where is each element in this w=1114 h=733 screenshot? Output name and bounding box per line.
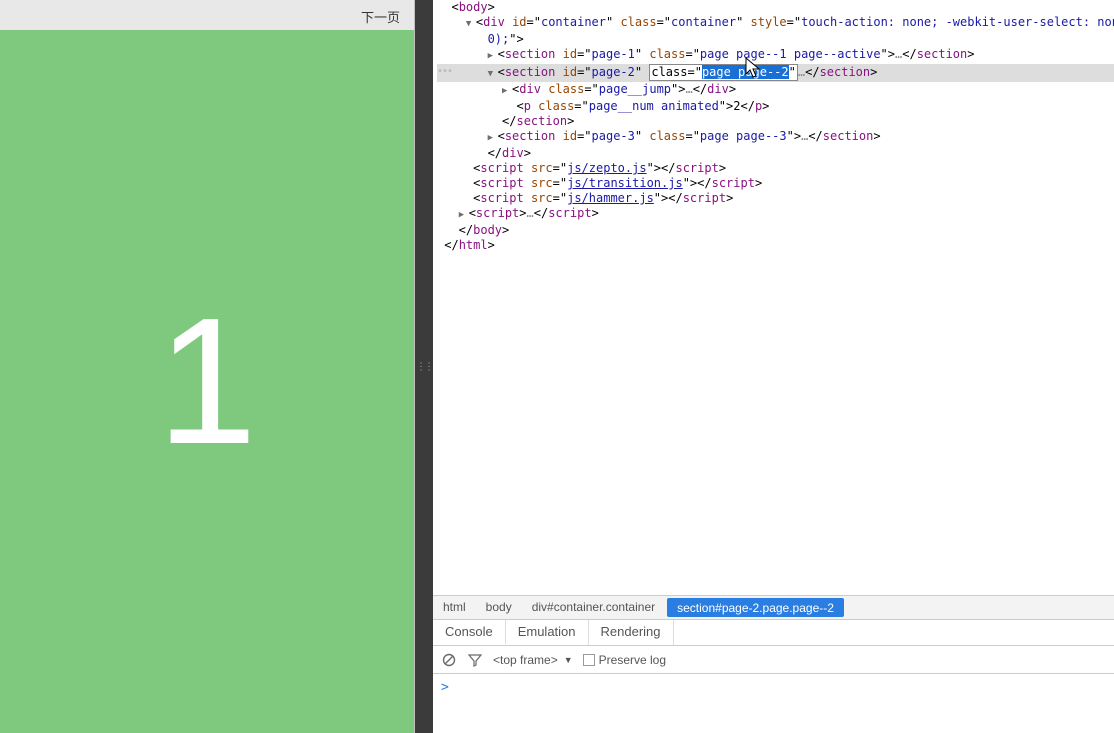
- disclosure-triangle-closed-icon[interactable]: [488, 47, 498, 64]
- disclosure-triangle-open-icon[interactable]: [466, 15, 476, 32]
- class-value-selection[interactable]: page page--2: [702, 65, 789, 79]
- breadcrumb: html body div#container.container sectio…: [433, 595, 1114, 619]
- filter-icon[interactable]: [467, 652, 483, 668]
- console-body[interactable]: >: [433, 673, 1114, 733]
- tree-line-container[interactable]: <div id="container" class="container" st…: [437, 15, 1114, 32]
- drawer-tabs: Console Emulation Rendering: [433, 619, 1114, 645]
- tree-line-container-close[interactable]: </div>: [437, 146, 1114, 161]
- crumb-page2[interactable]: section#page-2.page.page--2: [667, 598, 844, 617]
- tree-line-script1[interactable]: <script src="js/zepto.js"></script>: [437, 161, 1114, 176]
- root: 下一页 1 ⋮⋮ <body> <div id="container" clas…: [0, 0, 1114, 733]
- splitter-grip-icon: ⋮⋮: [416, 361, 432, 372]
- chevron-down-icon: ▼: [564, 655, 573, 665]
- tree-line-page2[interactable]: ••• <section id="page-2" class="page pag…: [437, 64, 1114, 82]
- preserve-log-label: Preserve log: [599, 653, 666, 667]
- gutter-dots-icon: •••: [437, 64, 452, 79]
- tab-console[interactable]: Console: [433, 620, 506, 645]
- console-toolbar: <top frame> ▼ Preserve log: [433, 645, 1114, 673]
- elements-tree[interactable]: <body> <div id="container" class="contai…: [433, 0, 1114, 595]
- tab-emulation[interactable]: Emulation: [506, 620, 589, 645]
- preserve-log-toggle[interactable]: Preserve log: [583, 653, 666, 667]
- crumb-container[interactable]: div#container.container: [522, 596, 665, 619]
- execution-context-selector[interactable]: <top frame> ▼: [493, 653, 573, 667]
- console-prompt-icon: >: [441, 680, 449, 695]
- preview-toolbar: 下一页: [0, 0, 414, 30]
- page-preview-pane: 下一页 1: [0, 0, 415, 733]
- tree-line-page1[interactable]: <section id="page-1" class="page page--1…: [437, 47, 1114, 64]
- devtools-pane: <body> <div id="container" class="contai…: [433, 0, 1114, 733]
- tree-line-container-style-tail[interactable]: 0);">: [437, 32, 1114, 47]
- pane-splitter[interactable]: ⋮⋮: [415, 0, 433, 733]
- top-frame-label: <top frame>: [493, 653, 558, 667]
- disclosure-triangle-closed-icon[interactable]: [488, 129, 498, 146]
- preview-page-number: 1: [157, 278, 257, 485]
- disclosure-triangle-closed-icon[interactable]: [459, 206, 469, 223]
- crumb-body[interactable]: body: [476, 596, 522, 619]
- tree-line-page2-close[interactable]: </section>: [437, 114, 1114, 129]
- checkbox-icon[interactable]: [583, 654, 595, 666]
- tree-line-body-open[interactable]: <body>: [437, 0, 1114, 15]
- crumb-html[interactable]: html: [433, 596, 476, 619]
- disclosure-triangle-closed-icon[interactable]: [502, 82, 512, 99]
- clear-console-icon[interactable]: [441, 652, 457, 668]
- tree-line-page2-jump[interactable]: <div class="page__jump">…</div>: [437, 82, 1114, 99]
- class-attribute-editor[interactable]: class="page page--2": [649, 64, 798, 81]
- tree-line-inline-script[interactable]: <script>…</script>: [437, 206, 1114, 223]
- tree-line-script2[interactable]: <script src="js/transition.js"></script>: [437, 176, 1114, 191]
- tab-rendering[interactable]: Rendering: [589, 620, 674, 645]
- next-page-link[interactable]: 下一页: [361, 7, 400, 26]
- tree-line-page2-p[interactable]: <p class="page__num animated">2</p>: [437, 99, 1114, 114]
- tree-line-page3[interactable]: <section id="page-3" class="page page--3…: [437, 129, 1114, 146]
- tree-line-html-close[interactable]: </html>: [437, 238, 1114, 253]
- preview-page[interactable]: 1: [0, 30, 414, 733]
- tree-line-script3[interactable]: <script src="js/hammer.js"></script>: [437, 191, 1114, 206]
- disclosure-triangle-open-icon[interactable]: [488, 65, 498, 82]
- tree-line-body-close[interactable]: </body>: [437, 223, 1114, 238]
